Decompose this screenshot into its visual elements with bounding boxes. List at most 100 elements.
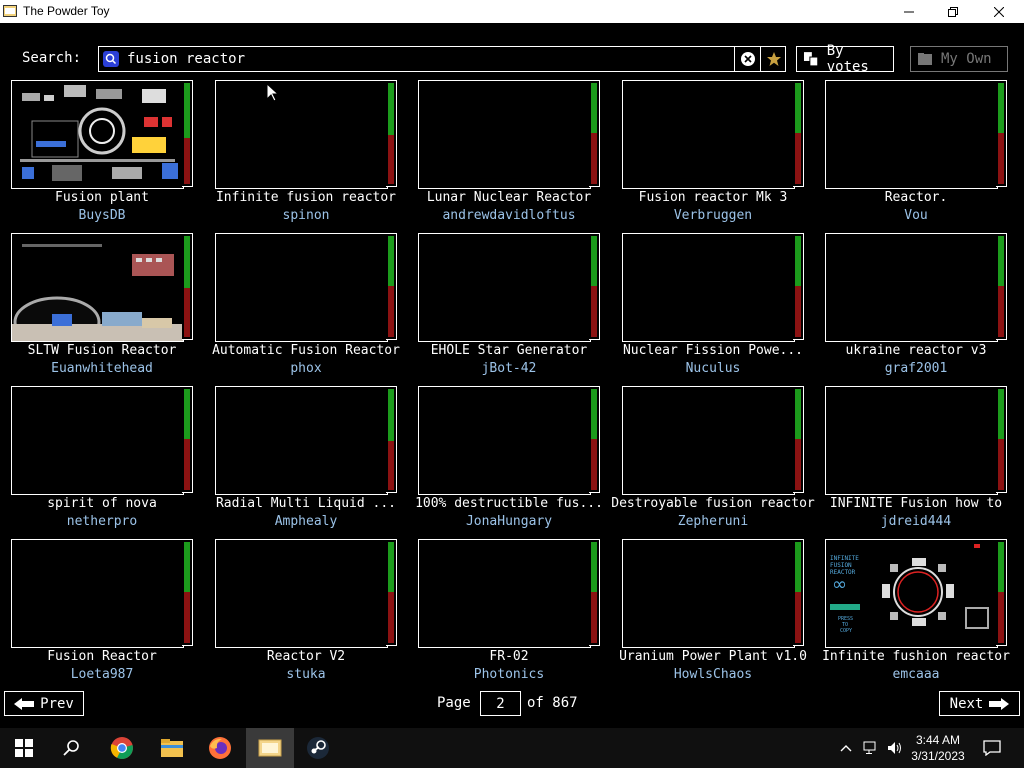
save-title[interactable]: Fusion Reactor [0,649,204,664]
save-tile[interactable]: ukraine reactor v3 graf2001 [814,233,1017,383]
save-author[interactable]: HowlsChaos [611,667,815,682]
save-thumbnail[interactable] [418,539,591,648]
start-button[interactable] [0,728,48,768]
save-title[interactable]: Fusion plant [0,190,204,205]
save-title[interactable]: SLTW Fusion Reactor [0,343,204,358]
powder-toy-button[interactable] [246,728,294,768]
save-title[interactable]: spirit of nova [0,496,204,511]
save-tile[interactable]: Reactor. Vou [814,80,1017,230]
save-tile[interactable]: Infinite fusion reactor spinon [204,80,407,230]
save-tile[interactable]: Fusion plant BuysDB [0,80,203,230]
save-title[interactable]: Infinite fusion reactor [204,190,408,205]
volume-tray[interactable] [884,728,906,768]
page-number-input[interactable]: 2 [480,691,521,716]
save-thumbnail[interactable] [825,233,998,342]
favorite-button[interactable] [760,47,786,71]
save-tile[interactable]: EHOLE Star Generator jBot-42 [407,233,610,383]
save-title[interactable]: Lunar Nuclear Reactor [407,190,611,205]
next-page-button[interactable]: Next [939,691,1020,716]
save-tile[interactable]: Radial Multi Liquid ... Amphealy [204,386,407,536]
save-title[interactable]: Radial Multi Liquid ... [204,496,408,511]
save-thumbnail[interactable] [215,539,388,648]
save-title[interactable]: INFINITE Fusion how to [814,496,1018,511]
save-author[interactable]: Loeta987 [0,667,204,682]
prev-page-button[interactable]: Prev [4,691,84,716]
sort-by-votes-button[interactable]: By votes [796,43,894,75]
save-tile[interactable]: Fusion Reactor Loeta987 [0,539,203,689]
save-tile[interactable]: Lunar Nuclear Reactor andrewdavidloftus [407,80,610,230]
save-thumbnail[interactable] [11,80,184,189]
save-author[interactable]: jdreid444 [814,514,1018,529]
save-author[interactable]: BuysDB [0,208,204,223]
minimize-button[interactable] [886,0,932,23]
save-tile[interactable]: INFINITE Fusion how to jdreid444 [814,386,1017,536]
save-tile[interactable]: Uranium Power Plant v1.0 HowlsChaos [611,539,814,689]
save-title[interactable]: Reactor V2 [204,649,408,664]
search-input[interactable] [127,50,727,68]
save-tile[interactable]: Fusion reactor Mk 3 Verbruggen [611,80,814,230]
save-thumbnail[interactable] [11,233,184,342]
steam-button[interactable] [294,728,342,768]
save-tile[interactable]: 100% destructible fus... JonaHungary [407,386,610,536]
save-thumbnail[interactable] [622,539,795,648]
save-title[interactable]: Infinite fushion reactor [814,649,1018,664]
my-own-button[interactable]: My Own [910,46,1008,72]
clear-search-button[interactable] [734,47,761,71]
save-tile[interactable]: Automatic Fusion Reactor phox [204,233,407,383]
save-thumbnail[interactable] [622,386,795,495]
save-title[interactable]: Fusion reactor Mk 3 [611,190,815,205]
save-thumbnail[interactable] [11,386,184,495]
save-author[interactable]: Euanwhitehead [0,361,204,376]
firefox-button[interactable] [196,728,244,768]
save-author[interactable]: andrewdavidloftus [407,208,611,223]
close-button[interactable] [976,0,1022,23]
save-title[interactable]: Destroyable fusion reactor [611,496,815,511]
save-title[interactable]: Nuclear Fission Powe... [611,343,815,358]
save-title[interactable]: FR-02 [407,649,611,664]
save-title[interactable]: EHOLE Star Generator [407,343,611,358]
save-title[interactable]: Reactor. [814,190,1018,205]
save-thumbnail[interactable] [825,386,998,495]
save-title[interactable]: 100% destructible fus... [407,496,611,511]
save-author[interactable]: JonaHungary [407,514,611,529]
save-author[interactable]: spinon [204,208,408,223]
save-author[interactable]: jBot-42 [407,361,611,376]
save-author[interactable]: emcaaa [814,667,1018,682]
save-tile[interactable]: SLTW Fusion Reactor Euanwhitehead [0,233,203,383]
save-thumbnail[interactable]: INFINITE FUSION REACTOR ∞ PRESS TO COPY [825,539,998,648]
file-explorer-button[interactable] [148,728,196,768]
maximize-button[interactable] [930,0,976,23]
save-title[interactable]: Uranium Power Plant v1.0 [611,649,815,664]
save-thumbnail[interactable] [622,80,795,189]
save-thumbnail[interactable] [825,80,998,189]
save-author[interactable]: phox [204,361,408,376]
save-author[interactable]: netherpro [0,514,204,529]
save-thumbnail[interactable] [11,539,184,648]
save-author[interactable]: Zepheruni [611,514,815,529]
network-tray[interactable] [860,728,882,768]
taskbar-search-button[interactable] [48,728,96,768]
save-author[interactable]: Verbruggen [611,208,815,223]
save-thumbnail[interactable] [622,233,795,342]
chrome-button[interactable] [98,728,146,768]
clock[interactable]: 3:44 AM 3/31/2023 [906,732,970,764]
save-title[interactable]: ukraine reactor v3 [814,343,1018,358]
save-thumbnail[interactable] [215,80,388,189]
notifications-button[interactable] [978,728,1006,768]
save-author[interactable]: Nuculus [611,361,815,376]
save-thumbnail[interactable] [418,386,591,495]
save-thumbnail[interactable] [418,80,591,189]
save-thumbnail[interactable] [418,233,591,342]
save-tile[interactable]: Reactor V2 stuka [204,539,407,689]
tray-chevron[interactable] [836,728,856,768]
save-tile[interactable]: Nuclear Fission Powe... Nuculus [611,233,814,383]
save-tile[interactable]: spirit of nova netherpro [0,386,203,536]
save-author[interactable]: Photonics [407,667,611,682]
save-tile[interactable]: INFINITE FUSION REACTOR ∞ PRESS TO COPY Infinit… [814,539,1017,689]
save-author[interactable]: Amphealy [204,514,408,529]
save-title[interactable]: Automatic Fusion Reactor [204,343,408,358]
search-box[interactable] [98,46,786,72]
save-thumbnail[interactable] [215,386,388,495]
save-tile[interactable]: Destroyable fusion reactor Zepheruni [611,386,815,536]
save-author[interactable]: Vou [814,208,1018,223]
